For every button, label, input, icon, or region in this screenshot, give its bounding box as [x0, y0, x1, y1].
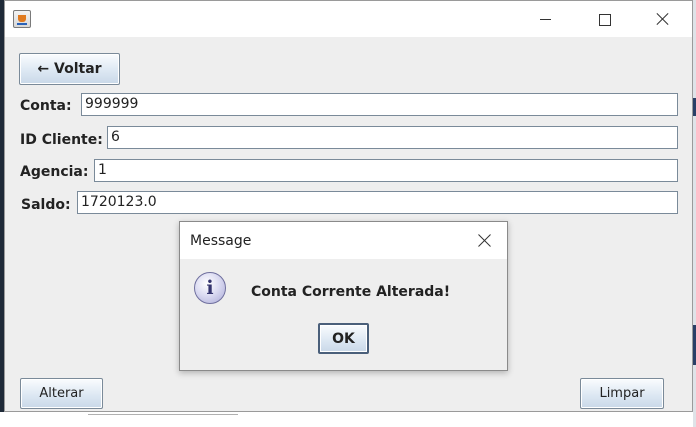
id-cliente-label: ID Cliente:	[20, 132, 103, 148]
limpar-button[interactable]: Limpar	[580, 378, 664, 409]
close-icon[interactable]	[643, 7, 683, 33]
conta-label: Conta:	[20, 98, 72, 114]
saldo-label: Saldo:	[21, 197, 71, 213]
background-app-strip	[0, 412, 696, 427]
java-app-icon	[13, 10, 31, 28]
back-button[interactable]: ← Voltar	[19, 53, 120, 85]
conta-field[interactable]: 999999	[81, 93, 678, 116]
agencia-label: Agencia:	[20, 164, 89, 180]
saldo-field[interactable]: 1720123.0	[77, 191, 678, 214]
title-bar	[5, 1, 692, 37]
dialog-message: Conta Corrente Alterada!	[251, 284, 451, 300]
close-icon[interactable]	[470, 228, 500, 254]
agencia-field[interactable]: 1	[94, 159, 678, 182]
message-dialog: Message i Conta Corrente Alterada! OK	[179, 221, 508, 371]
ok-button[interactable]: OK	[318, 323, 369, 354]
minimize-icon[interactable]	[525, 7, 565, 33]
info-icon: i	[194, 272, 226, 304]
id-cliente-field[interactable]: 6	[107, 126, 678, 149]
alterar-button[interactable]: Alterar	[20, 378, 103, 409]
maximize-icon[interactable]	[585, 7, 625, 33]
dialog-title: Message	[190, 233, 252, 249]
background-app-text	[88, 414, 238, 425]
dialog-title-bar: Message	[180, 222, 507, 259]
